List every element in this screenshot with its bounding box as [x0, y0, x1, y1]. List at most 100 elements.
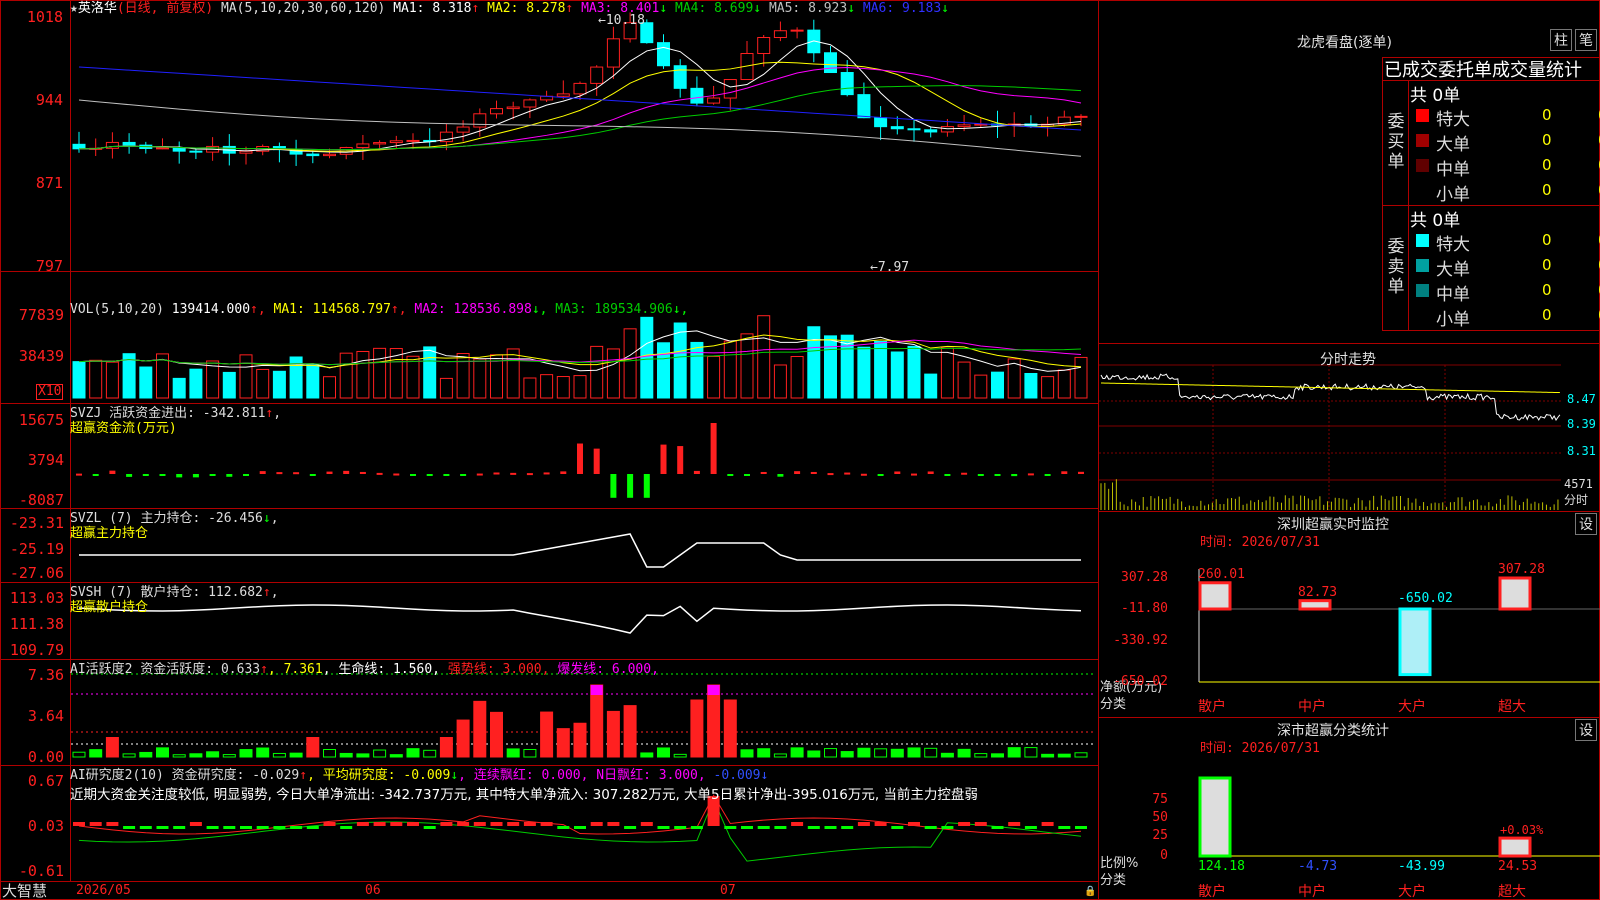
volume-bar	[323, 376, 336, 399]
volume-bar	[623, 328, 637, 399]
ma-arrow-2: ↑	[565, 1, 582, 16]
activity-bar	[723, 699, 737, 758]
high-price-marker: ←10.18	[598, 13, 645, 28]
fund-flow-bar	[142, 474, 149, 476]
y-tick: 0.67	[27, 772, 64, 790]
activity-bar	[189, 753, 203, 758]
fund-flow-bar	[961, 472, 968, 475]
volume-bar	[874, 340, 888, 399]
color-swatch	[1416, 284, 1429, 297]
sz-class-y-tick: 75	[1152, 792, 1168, 807]
fund-flow-bar	[1027, 473, 1034, 476]
fund-flow-bar	[126, 474, 133, 477]
sz-class-settings-button[interactable]: 设	[1575, 719, 1597, 741]
volume-bar	[707, 355, 721, 399]
research-bar	[373, 822, 386, 826]
fund-flow-bar	[359, 471, 366, 474]
sz-class-category: 大户	[1398, 884, 1426, 900]
fund-flow-bar	[877, 474, 884, 476]
volume-bar	[256, 368, 270, 399]
sell-row-2: 大单00%	[1408, 254, 1600, 280]
intraday-price-line	[1100, 373, 1561, 421]
volume-bar	[423, 346, 437, 399]
volume-bar	[924, 373, 938, 399]
y-tick: 3.64	[27, 707, 64, 725]
retail-position-line	[78, 604, 1082, 634]
candle-body	[523, 99, 537, 108]
candle-body	[790, 29, 804, 32]
research-bar	[574, 826, 586, 829]
fund-flow-bar	[710, 423, 717, 474]
research-bar	[690, 826, 703, 829]
activity-bar	[857, 747, 871, 758]
main-header: ★英洛华(日线, 前复权) MA(5,10,20,30,60,120) MA1:…	[70, 1, 949, 17]
sz-monitor-y-tick: -11.80	[1121, 601, 1168, 616]
volume-bar	[105, 361, 119, 399]
vol-arrow-4: ↓,	[672, 302, 689, 317]
activity-bar	[673, 753, 687, 758]
activity-bar	[490, 711, 503, 758]
main-y-tick: 944	[35, 91, 63, 109]
candle-body	[757, 37, 771, 55]
fund-flow-bar	[109, 470, 116, 474]
volume-bar	[991, 371, 1004, 399]
column-view-button[interactable]: 柱	[1550, 29, 1572, 51]
research-bar	[757, 826, 770, 829]
color-swatch	[1416, 109, 1429, 122]
ma-value-6: MA6: 9.183	[862, 1, 942, 16]
fund-flow-bar	[76, 473, 82, 476]
volume-bar	[940, 347, 954, 399]
research-bar	[156, 826, 169, 829]
sz-class-bar-value: 24.53	[1498, 859, 1538, 874]
sz-monitor-bar	[1398, 607, 1432, 677]
y-tick: 15675	[18, 411, 64, 429]
sell-total: 共 0单	[1410, 211, 1461, 231]
candle-body	[690, 87, 704, 104]
volume-bar	[957, 361, 971, 399]
period-label[interactable]: (日线, 前复权)	[117, 1, 213, 16]
volume-bar	[723, 340, 737, 399]
burst-marker	[707, 685, 720, 695]
color-swatch	[1416, 134, 1429, 147]
vol-ma-line-1	[78, 330, 1082, 372]
buy-total: 共 0单	[1410, 86, 1461, 106]
fund-flow-bar	[827, 473, 834, 476]
intraday-chart	[1099, 364, 1561, 510]
sz-monitor-category: 大户	[1398, 699, 1426, 715]
sz-monitor-settings-button[interactable]: 设	[1575, 513, 1597, 535]
fund-flow-bar	[176, 474, 183, 478]
fund-flow-bar	[410, 474, 416, 476]
y-tick: 0.00	[27, 748, 64, 766]
research-bar	[407, 822, 419, 826]
svzl-subtitle: 超赢主力持仓	[70, 526, 149, 541]
fund-flow-bar	[1061, 471, 1068, 474]
candle-body	[239, 150, 253, 154]
star-icon[interactable]: ★	[70, 1, 78, 16]
research-bar	[607, 822, 620, 826]
volume-bar	[523, 377, 537, 399]
y-tick: 3794	[27, 451, 64, 469]
fund-flow-bar	[977, 474, 984, 476]
order-count: 0	[1542, 106, 1552, 124]
order-count: 0	[1542, 231, 1552, 249]
ai-research-header: AI研究度2(10) 资金研究度: -0.029↑, 平均研究度: -0.009…	[70, 768, 769, 783]
fund-flow-bar	[209, 474, 216, 476]
volume-bar	[573, 375, 587, 399]
candle-body	[389, 140, 403, 144]
research-bar	[523, 822, 536, 826]
candle-body	[723, 79, 737, 99]
research-bar	[1075, 826, 1087, 829]
burst-marker	[590, 685, 603, 695]
order-count: 0	[1542, 156, 1552, 174]
average-line	[78, 798, 1082, 862]
fund-flow-bar	[259, 471, 266, 474]
main-y-tick: 1018	[26, 8, 63, 26]
tick-view-button[interactable]: 笔	[1575, 29, 1597, 51]
research-bar	[206, 826, 219, 829]
fund-flow-bar	[744, 474, 750, 476]
lock-icon[interactable]: 🔒	[1084, 884, 1096, 900]
activity-bar	[423, 749, 437, 758]
activity-bar	[824, 748, 837, 758]
candle-body	[122, 141, 136, 146]
intraday-vol-unit: 分时	[1564, 493, 1589, 507]
